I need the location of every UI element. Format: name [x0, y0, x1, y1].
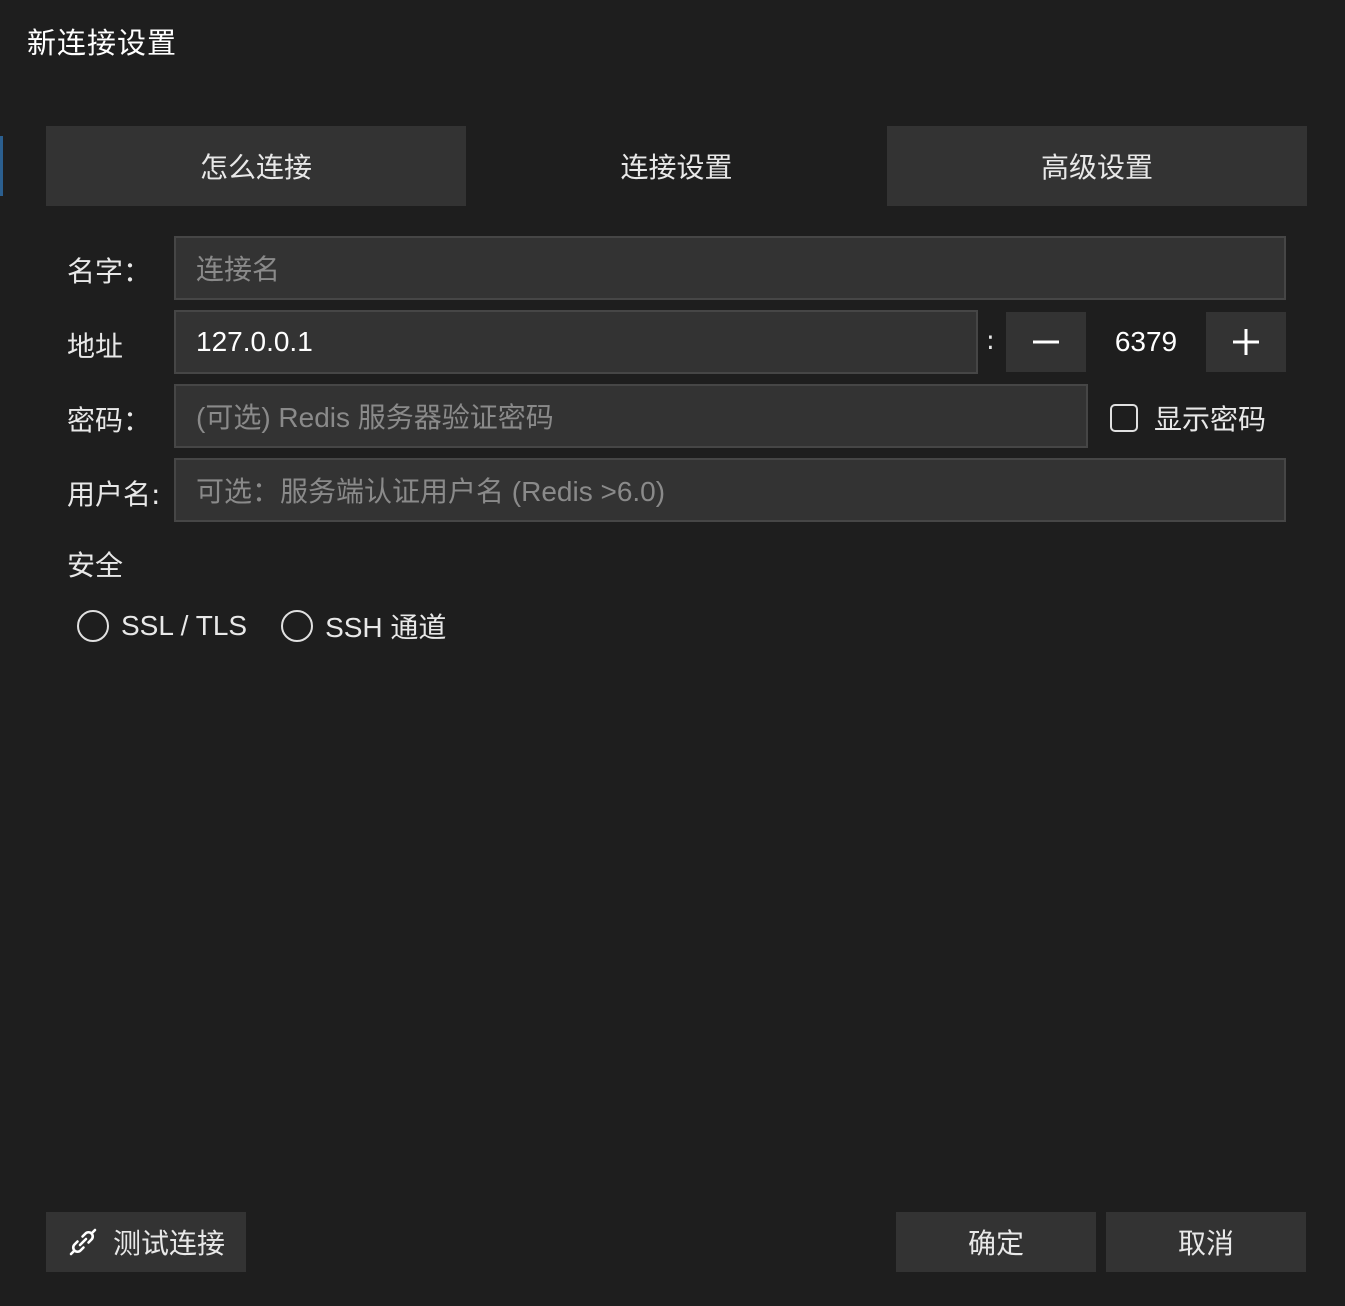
name-input[interactable]: 连接名 — [174, 236, 1286, 300]
ssl-tls-option[interactable]: SSL / TLS — [77, 610, 247, 642]
address-input[interactable]: 127.0.0.1 — [174, 310, 978, 374]
dialog-title: 新连接设置 — [27, 26, 178, 60]
ssl-tls-radio[interactable] — [77, 610, 109, 642]
show-password-checkbox[interactable] — [1110, 404, 1138, 432]
cancel-button[interactable]: 取消 — [1106, 1212, 1306, 1272]
password-label: 密码： — [67, 404, 152, 437]
test-connection-button[interactable]: 测试连接 — [46, 1212, 246, 1272]
show-password-label: 显示密码 — [1154, 403, 1267, 436]
username-label: 用户名: — [67, 478, 161, 511]
plus-icon — [1233, 329, 1259, 355]
new-connection-dialog: 新连接设置 怎么连接 连接设置 高级设置 名字： 连接名 地址 127.0.0.… — [0, 0, 1345, 1306]
port-stepper: 6379 — [1006, 312, 1286, 372]
security-options: SSL / TLS SSH 通道 — [77, 606, 480, 646]
port-separator: : — [986, 326, 995, 356]
port-input[interactable]: 6379 — [1086, 312, 1206, 372]
test-connection-label: 测试连接 — [112, 1227, 225, 1260]
ssh-tunnel-label: SSH 通道 — [325, 612, 447, 643]
address-label: 地址 — [67, 330, 124, 363]
name-label: 名字： — [67, 255, 152, 288]
port-increment-button[interactable] — [1206, 312, 1286, 372]
password-input[interactable]: (可选) Redis 服务器验证密码 — [174, 384, 1088, 448]
tab-advanced-settings[interactable]: 高级设置 — [887, 126, 1307, 206]
ssh-tunnel-radio[interactable] — [281, 610, 314, 642]
minus-icon — [1033, 340, 1059, 344]
window-edge-accent — [0, 136, 3, 196]
port-decrement-button[interactable] — [1006, 312, 1086, 372]
ok-button[interactable]: 确定 — [896, 1212, 1096, 1272]
security-section-title: 安全 — [67, 549, 124, 582]
link-icon — [67, 1226, 99, 1258]
username-input[interactable]: 可选：服务端认证用户名 (Redis >6.0) — [174, 458, 1286, 522]
ssh-tunnel-option[interactable]: SSH 通道 — [281, 606, 446, 646]
ssl-tls-label: SSL / TLS — [121, 610, 248, 641]
tab-connection-settings[interactable]: 连接设置 — [466, 126, 887, 206]
tab-how-to-connect[interactable]: 怎么连接 — [46, 126, 466, 206]
show-password-toggle[interactable]: 显示密码 — [1110, 398, 1266, 438]
tab-bar: 怎么连接 连接设置 高级设置 — [46, 126, 1307, 206]
